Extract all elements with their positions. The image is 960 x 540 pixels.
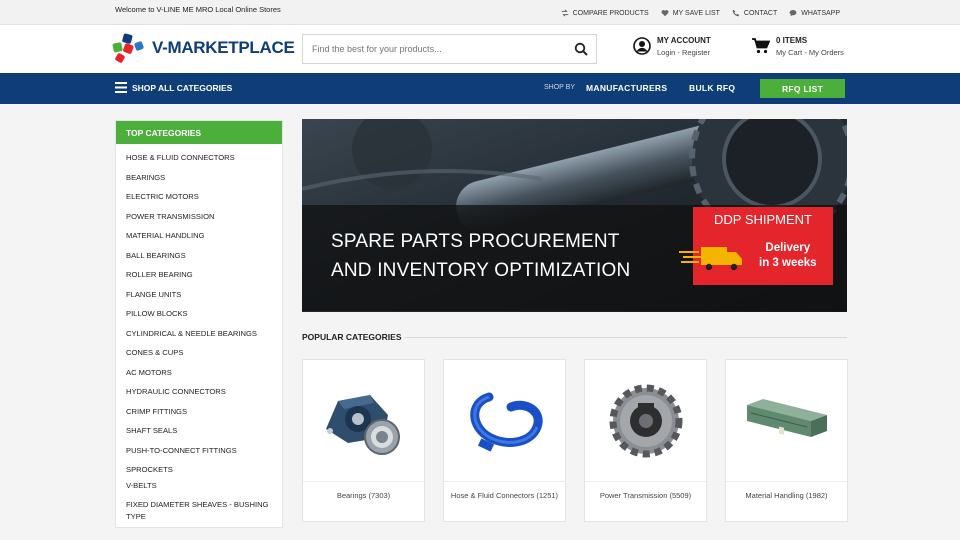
site-logo[interactable]: V-MARKETPLACE [110,33,295,63]
cart-icon [752,38,770,54]
category-list-overflow: V-BELTS FIXED DIAMETER SHEAVES - BUSHING… [116,480,282,523]
sidebar-item-cylindrical-needle-bearings[interactable]: CYLINDRICAL & NEEDLE BEARINGS [116,328,282,348]
my-save-list-link[interactable]: MY SAVE LIST [661,9,720,17]
sidebar-item-crimp-fittings[interactable]: CRIMP FITTINGS [116,406,282,426]
hamburger-menu-icon [115,82,127,93]
category-card-power-transmission[interactable]: Power Transmission (5509) [584,359,707,522]
contact-link[interactable]: CONTACT [732,9,777,17]
category-card-label: Material Handling (1982) [745,491,828,500]
delivery-truck-icon [679,247,742,271]
sprocket-image-frame [585,360,706,482]
section-divider [405,337,847,338]
heart-icon [661,10,669,17]
phone-icon [732,9,740,17]
category-list: HOSE & FLUID CONNECTORS BEARINGS ELECTRI… [116,144,282,480]
top-categories-sidebar: TOP CATEGORIES HOSE & FLUID CONNECTORS B… [115,120,283,528]
main-nav-bar: SHOP ALL CATEGORIES SHOP BY MANUFACTURER… [0,73,960,104]
logo-mark-icon [112,33,144,63]
chat-icon [789,9,797,17]
my-account[interactable]: MY ACCOUNT Login - Register [633,36,711,57]
cart-count: 0 ITEMS [776,36,808,45]
category-card-label: Bearings (7303) [336,491,391,500]
bearings-image-frame [303,360,424,482]
sidebar-item-power-transmission[interactable]: POWER TRANSMISSION [116,211,282,231]
hero-banner[interactable]: SPARE PARTS PROCUREMENT AND INVENTORY OP… [302,119,847,312]
banner-headline-line2: AND INVENTORY OPTIMIZATION [331,260,631,281]
conveyor-image [746,398,827,437]
category-card-material-handling[interactable]: Material Handling (1982) [725,359,848,522]
search-box [302,34,597,64]
sidebar-item-v-belts[interactable]: V-BELTS [126,480,272,499]
compare-products-link[interactable]: COMPARE PRODUCTS [561,9,649,17]
sidebar-item-hydraulic-connectors[interactable]: HYDRAULIC CONNECTORS [116,386,282,406]
category-card-label: Hose & Fluid Connectors (1251) [450,491,559,500]
whatsapp-label: WHATSAPP [801,9,840,17]
sidebar-item-sprockets[interactable]: SPROCKETS [116,464,282,480]
user-icon [633,37,651,55]
my-save-list-label: MY SAVE LIST [672,9,720,17]
hose-image-frame [444,360,565,482]
shop-all-categories-button[interactable]: SHOP ALL CATEGORIES [115,82,232,93]
search-input[interactable] [303,35,553,63]
sidebar-item-flange-units[interactable]: FLANGE UNITS [116,289,282,309]
cart-orders-links[interactable]: My Cart - My Orders [776,48,844,57]
compare-icon [561,9,568,17]
nav-bulk-rfq[interactable]: BULK RFQ [689,83,735,93]
account-title: MY ACCOUNT [657,36,711,45]
whatsapp-link[interactable]: WHATSAPP [789,9,840,17]
sidebar-item-bearings[interactable]: BEARINGS [116,172,282,192]
popular-categories-title: POPULAR CATEGORIES [302,332,402,342]
rfq-list-button[interactable]: RFQ LIST [760,79,845,98]
utility-links: COMPARE PRODUCTS MY SAVE LIST CONTACT WH… [561,9,840,17]
sidebar-item-material-handling[interactable]: MATERIAL HANDLING [116,230,282,250]
delivery-text: Delivery in 3 weeks [759,241,817,271]
sidebar-item-shaft-seals[interactable]: SHAFT SEALS [116,425,282,445]
sprocket-image [609,384,682,457]
conveyor-image-frame [726,360,847,482]
sidebar-item-electric-motors[interactable]: ELECTRIC MOTORS [116,191,282,211]
logo-text: V-MARKETPLACE [152,38,295,57]
cart[interactable]: 0 ITEMS My Cart - My Orders [752,36,844,57]
top-utility-bar: Welcome to V-LINE ME MRO Local Online St… [0,0,960,25]
blue-hose-image [469,392,543,452]
top-categories-title: TOP CATEGORIES [116,121,282,144]
search-icon[interactable] [574,42,588,56]
nav-manufacturers[interactable]: MANUFACTURERS [586,83,667,93]
sidebar-item-push-to-connect-fittings[interactable]: PUSH-TO-CONNECT FITTINGS [116,445,282,465]
ddp-shipment-badge: DDP SHIPMENT [693,207,833,231]
shop-all-categories-label: SHOP ALL CATEGORIES [132,82,233,93]
delivery-line1: Delivery [765,242,811,254]
account-login-register[interactable]: Login - Register [657,48,711,57]
contact-label: CONTACT [743,9,778,17]
banner-headline: SPARE PARTS PROCUREMENT AND INVENTORY OP… [331,227,630,285]
sidebar-item-ball-bearings[interactable]: BALL BEARINGS [116,250,282,270]
category-card-label: Power Transmission (5509) [599,491,692,500]
category-card-bearings[interactable]: Bearings (7303) [302,359,425,522]
compare-products-label: COMPARE PRODUCTS [572,9,649,17]
sidebar-item-fixed-diameter-sheaves[interactable]: FIXED DIAMETER SHEAVES - BUSHING TYPE [126,499,272,523]
sidebar-item-ac-motors[interactable]: AC MOTORS [116,367,282,387]
sidebar-item-cones-cups[interactable]: CONES & CUPS [116,347,282,367]
delivery-line2: in 3 weeks [759,257,817,269]
sidebar-item-roller-bearing[interactable]: ROLLER BEARING [116,269,282,289]
shop-by-label: SHOP BY [544,84,575,91]
sidebar-item-pillow-blocks[interactable]: PILLOW BLOCKS [116,308,282,328]
site-header: V-MARKETPLACE MY ACCOUNT Login - Registe… [0,25,960,73]
banner-headline-line1: SPARE PARTS PROCUREMENT [331,231,620,252]
delivery-badge: Delivery in 3 weeks [679,231,833,285]
category-card-hose-fluid-connectors[interactable]: Hose & Fluid Connectors (1251) [443,359,566,522]
welcome-text: Welcome to V-LINE ME MRO Local Online St… [115,5,281,14]
pillow-block-bearing-image [325,394,400,455]
sidebar-item-hose-fluid-connectors[interactable]: HOSE & FLUID CONNECTORS [116,152,282,172]
